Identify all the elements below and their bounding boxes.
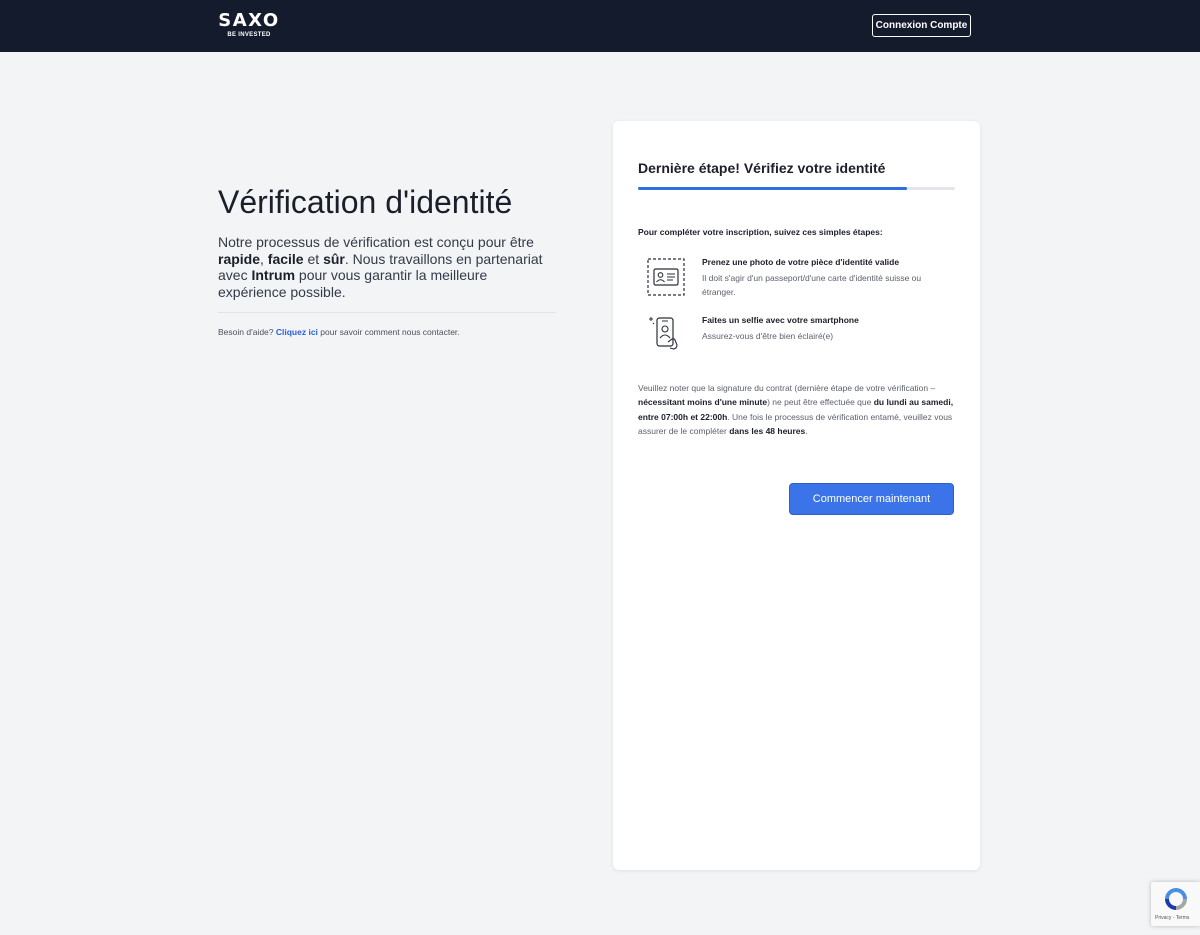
selfie-phone-icon — [649, 317, 678, 350]
note-text: . — [805, 425, 808, 436]
id-card-icon — [647, 258, 685, 296]
step-title: Prenez une photo de votre pièce d'identi… — [702, 257, 900, 267]
help-suffix: pour savoir comment nous contacter. — [317, 327, 460, 337]
intro-text-part: et — [303, 250, 324, 267]
saxo-logo[interactable]: SAXO BE INVESTED — [218, 11, 280, 41]
page-title: Vérification d'identité — [218, 184, 513, 220]
recaptcha-icon — [1165, 888, 1187, 910]
login-account-button[interactable]: Connexion Compte — [872, 14, 971, 37]
step-id-photo: Prenez une photo de votre pièce d'identi… — [638, 257, 958, 301]
logo-tagline: BE INVESTED — [227, 32, 271, 38]
progress-bar — [638, 187, 955, 190]
intro-emphasis: facile — [267, 250, 304, 267]
intro-text: Notre processus de vérification est conç… — [218, 234, 558, 300]
help-prefix: Besoin d'aide? — [218, 327, 276, 337]
partner-name: Intrum — [251, 267, 296, 283]
note-text: ) ne peut être effectuée que — [767, 397, 874, 408]
step-description: Il doit s'agir d'un passeport/d'une cart… — [702, 273, 922, 297]
note-emphasis: nécessitant moins d'une minute — [638, 397, 768, 408]
note-emphasis: dans les 48 heures — [729, 425, 806, 436]
start-now-button[interactable]: Commencer maintenant — [789, 483, 954, 515]
intro-text-part: Notre processus de vérification est conç… — [218, 234, 534, 250]
card-title: Dernière étape! Vérifiez votre identité — [638, 160, 886, 176]
logo-wordmark: SAXO — [218, 10, 280, 31]
progress-bar-fill — [638, 187, 908, 190]
verification-card: Dernière étape! Vérifiez votre identité … — [613, 121, 980, 870]
steps-intro: Pour compléter votre inscription, suivez… — [638, 227, 883, 237]
note-text: Veuillez noter que la signature du contr… — [638, 383, 936, 393]
top-navigation-bar: SAXO BE INVESTED Connexion Compte — [0, 0, 1200, 52]
step-title: Faites un selfie avec votre smartphone — [702, 315, 859, 325]
contract-signature-note: Veuillez noter que la signature du contr… — [638, 381, 958, 438]
help-contact-link[interactable]: Cliquez ici — [276, 327, 318, 337]
recaptcha-badge[interactable]: Privacy - Terms — [1151, 882, 1200, 926]
step-description: Assurez-vous d'être bien éclairé(e) — [702, 331, 834, 341]
recaptcha-links[interactable]: Privacy - Terms — [1155, 915, 1189, 921]
section-divider — [218, 312, 556, 313]
step-selfie: Faites un selfie avec votre smartphone A… — [638, 315, 958, 359]
intro-emphasis: rapide — [218, 250, 261, 267]
intro-emphasis: sûr — [323, 250, 345, 267]
intro-text-part: , — [260, 250, 268, 267]
help-text: Besoin d'aide? Cliquez ici pour savoir c… — [218, 327, 460, 337]
